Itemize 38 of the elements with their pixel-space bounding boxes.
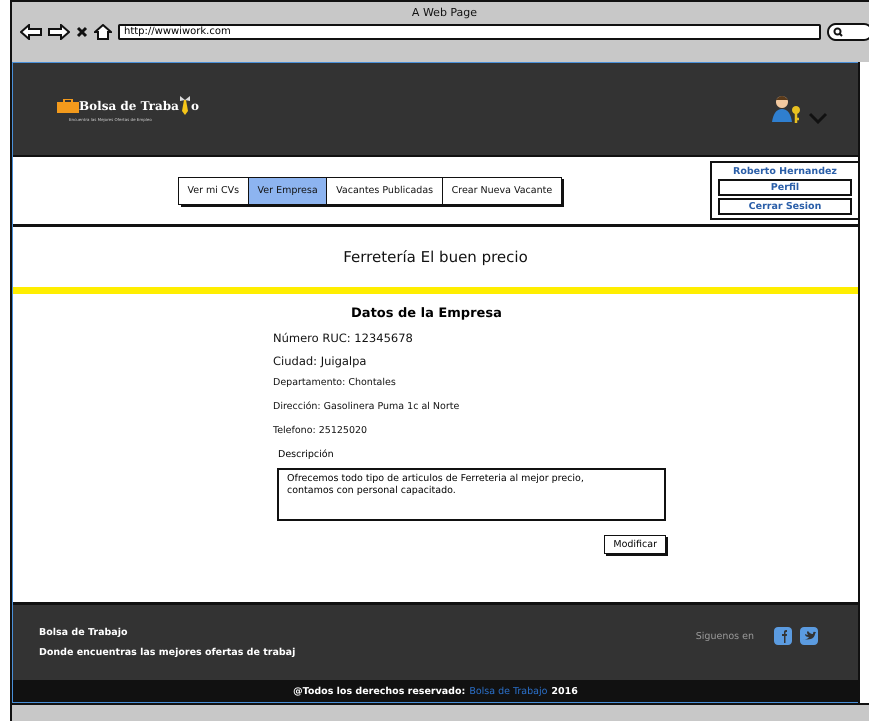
footer-brand: Bolsa de Trabajo bbox=[39, 627, 128, 638]
copyright-year: 2016 bbox=[551, 686, 578, 696]
tie-icon bbox=[178, 96, 191, 116]
follow-label: Siguenos en bbox=[696, 630, 754, 642]
modify-button[interactable]: Modificar bbox=[604, 535, 666, 554]
logo-text: Bolsa de Traba bbox=[79, 99, 179, 113]
detail-text: Número RUC: 12345678 bbox=[273, 331, 414, 345]
nav-tab[interactable]: Ver mi CVs bbox=[178, 176, 250, 204]
detail-text: Ciudad: Juigalpa bbox=[273, 354, 368, 368]
footer-slogan: Donde encuentras las mejores ofertas de trabaj bbox=[39, 647, 296, 658]
detail-text: Dirección: Gasolinera Puma 1c al Norte bbox=[273, 401, 460, 412]
scrollbar[interactable] bbox=[858, 62, 869, 703]
forward-icon[interactable] bbox=[48, 24, 70, 40]
search-icon bbox=[833, 27, 843, 37]
twitter-icon[interactable] bbox=[800, 627, 818, 645]
close-icon[interactable] bbox=[76, 26, 88, 38]
copyright-link[interactable]: Bolsa de Trabajo bbox=[469, 686, 548, 696]
back-icon[interactable] bbox=[20, 24, 42, 40]
description-field[interactable]: Ofrecemos todo tipo de articulos de Ferreteria al mejor precio, contamos con personal capacitado. bbox=[277, 468, 666, 521]
user-menu-item[interactable]: Cerrar Sesion bbox=[718, 198, 852, 215]
company-name: Ferretería El buen precio bbox=[342, 247, 529, 268]
window-title: A Web Page bbox=[412, 6, 478, 19]
facebook-icon[interactable] bbox=[774, 627, 792, 645]
nav-tab[interactable]: Crear Nueva Vacante bbox=[442, 176, 562, 204]
detail-text: Telefono: 25125020 bbox=[273, 425, 368, 436]
user-name: Roberto Hernandez bbox=[733, 166, 837, 177]
home-icon[interactable] bbox=[94, 24, 112, 40]
description-label: Descripción bbox=[278, 449, 335, 460]
section-title: Datos de la Empresa bbox=[351, 306, 503, 321]
detail-text: Departamento: Chontales bbox=[273, 377, 397, 388]
nav-tab[interactable]: Ver Empresa bbox=[248, 176, 328, 204]
url-field[interactable]: http://wwwiwork.com bbox=[118, 24, 821, 40]
briefcase-icon bbox=[57, 99, 79, 113]
logo-text: o bbox=[190, 99, 199, 113]
user-menu-item[interactable]: Perfil bbox=[718, 179, 852, 196]
nav-tab[interactable]: Vacantes Publicadas bbox=[326, 176, 444, 204]
search-field[interactable] bbox=[827, 23, 869, 41]
copyright-text: @Todos los derechos reservado: bbox=[293, 686, 466, 696]
